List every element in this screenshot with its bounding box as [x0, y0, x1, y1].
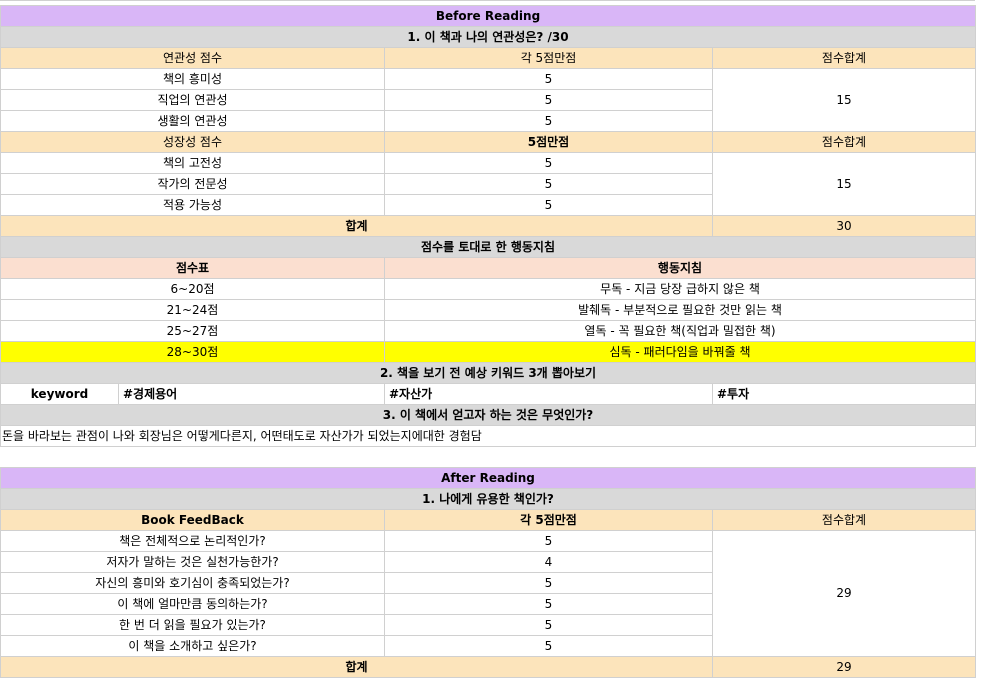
guide-range[interactable]: 6~20점: [0, 278, 385, 300]
feedback-question[interactable]: 저자가 말하는 것은 실천가능한가?: [0, 551, 385, 573]
after-q1-title[interactable]: 1. 나에게 유용한 책인가?: [0, 488, 977, 510]
growth-header[interactable]: 성장성 점수: [0, 131, 385, 153]
relevance-score[interactable]: 5: [384, 110, 713, 132]
feedback-question[interactable]: 책은 전체적으로 논리적인가?: [0, 530, 385, 552]
after-sum-value[interactable]: 29: [711, 656, 977, 678]
reading-worksheet: Before Reading 1. 이 책과 나의 연관성은? /30 연관성 …: [0, 5, 977, 678]
growth-label[interactable]: 작가의 전문성: [0, 173, 385, 195]
guide-action-highlight[interactable]: 심독 - 패러다임을 바꿔줄 책: [383, 341, 977, 363]
q3-answer[interactable]: 돈을 바라보는 관점이 나와 회장님은 어떻게다른지, 어떤태도로 자산가가 되…: [0, 425, 977, 447]
guide-action[interactable]: 열독 - 꼭 필요한 책(직업과 밀접한 책): [383, 320, 977, 342]
q3-title[interactable]: 3. 이 책에서 얻고자 하는 것은 무엇인가?: [0, 404, 977, 426]
feedback-score-header[interactable]: 각 5점만점: [384, 509, 713, 531]
growth-total-header[interactable]: 점수합계: [711, 131, 977, 153]
relevance-label[interactable]: 직업의 연관성: [0, 89, 385, 111]
guide-range[interactable]: 21~24점: [0, 299, 385, 321]
after-sum-label[interactable]: 합계: [0, 656, 713, 678]
feedback-question[interactable]: 이 책에 얼마만큼 동의하는가?: [0, 593, 385, 615]
guide-action-header[interactable]: 행동지침: [383, 257, 977, 279]
guide-action[interactable]: 무독 - 지금 당장 급하지 않은 책: [383, 278, 977, 300]
guide-score-header[interactable]: 점수표: [0, 257, 385, 279]
keyword-cell[interactable]: #경제용어: [118, 383, 385, 405]
relevance-header[interactable]: 연관성 점수: [0, 47, 385, 69]
before-reading-title[interactable]: Before Reading: [0, 5, 977, 27]
keyword-label[interactable]: keyword: [0, 383, 119, 405]
relevance-label[interactable]: 생활의 연관성: [0, 110, 385, 132]
after-reading-title[interactable]: After Reading: [0, 467, 977, 489]
sum-label[interactable]: 합계: [0, 215, 713, 237]
feedback-question[interactable]: 이 책을 소개하고 싶은가?: [0, 635, 385, 657]
q1-title[interactable]: 1. 이 책과 나의 연관성은? /30: [0, 26, 977, 48]
section-gap: [1, 447, 976, 468]
feedback-score[interactable]: 5: [384, 614, 713, 636]
feedback-total[interactable]: 29: [711, 530, 977, 657]
feedback-header[interactable]: Book FeedBack: [0, 509, 385, 531]
relevance-score[interactable]: 5: [384, 89, 713, 111]
q2-title[interactable]: 2. 책을 보기 전 예상 키워드 3개 뽑아보기: [0, 362, 977, 384]
guide-range-highlight[interactable]: 28~30점: [0, 341, 385, 363]
guide-title[interactable]: 점수를 토대로 한 행동지침: [0, 236, 977, 258]
growth-total[interactable]: 15: [711, 152, 977, 216]
feedback-score[interactable]: 5: [384, 572, 713, 594]
growth-score[interactable]: 5: [384, 152, 713, 174]
relevance-score[interactable]: 5: [384, 68, 713, 90]
feedback-score[interactable]: 5: [384, 530, 713, 552]
growth-label[interactable]: 책의 고전성: [0, 152, 385, 174]
growth-score[interactable]: 5: [384, 173, 713, 195]
feedback-question[interactable]: 한 번 더 읽을 필요가 있는가?: [0, 614, 385, 636]
relevance-score-header[interactable]: 각 5점만점: [384, 47, 713, 69]
growth-score-header[interactable]: 5점만점: [384, 131, 713, 153]
feedback-score[interactable]: 4: [384, 551, 713, 573]
keyword-cell[interactable]: #투자: [711, 383, 977, 405]
feedback-score[interactable]: 5: [384, 593, 713, 615]
relevance-label[interactable]: 책의 흥미성: [0, 68, 385, 90]
growth-score[interactable]: 5: [384, 194, 713, 216]
relevance-total[interactable]: 15: [711, 68, 977, 132]
growth-label[interactable]: 적용 가능성: [0, 194, 385, 216]
feedback-score[interactable]: 5: [384, 635, 713, 657]
guide-action[interactable]: 발췌독 - 부분적으로 필요한 것만 읽는 책: [383, 299, 977, 321]
keyword-cell[interactable]: #자산가: [384, 383, 713, 405]
guide-range[interactable]: 25~27점: [0, 320, 385, 342]
sum-value[interactable]: 30: [711, 215, 977, 237]
feedback-question[interactable]: 자신의 흥미와 호기심이 충족되었는가?: [0, 572, 385, 594]
relevance-total-header[interactable]: 점수합계: [711, 47, 977, 69]
feedback-total-header[interactable]: 점수합계: [711, 509, 977, 531]
